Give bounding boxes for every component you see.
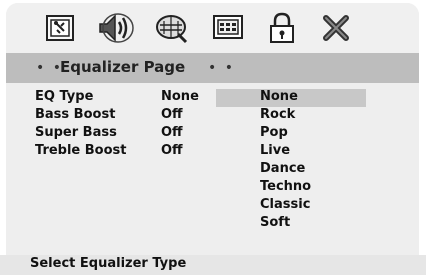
header-dots-right: • • xyxy=(208,60,235,76)
option-label: Dance xyxy=(260,161,306,176)
option-label: Pop xyxy=(260,125,288,140)
option-live[interactable]: Live xyxy=(216,143,366,161)
page-title: Equalizer Page xyxy=(60,58,186,76)
setting-value: Off xyxy=(161,107,183,122)
settings-list: EQ Type None Bass Boost Off Super Bass O… xyxy=(35,89,215,161)
setting-label: EQ Type xyxy=(35,89,94,104)
page-header: • • Equalizer Page • • xyxy=(6,53,419,83)
setting-eq-type[interactable]: EQ Type None xyxy=(35,89,215,107)
exit-icon[interactable] xyxy=(316,9,356,47)
option-label: Rock xyxy=(260,107,296,122)
setting-treble-boost[interactable]: Treble Boost Off xyxy=(35,143,215,161)
option-techno[interactable]: Techno xyxy=(216,179,366,197)
option-none[interactable]: None xyxy=(216,89,366,107)
setting-value: None xyxy=(161,89,199,104)
setting-value: Off xyxy=(161,143,183,158)
general-setup-icon[interactable] xyxy=(40,9,80,47)
preference-icon[interactable] xyxy=(208,9,248,47)
option-pop[interactable]: Pop xyxy=(216,125,366,143)
setting-super-bass[interactable]: Super Bass Off xyxy=(35,125,215,143)
setting-label: Super Bass xyxy=(35,125,117,140)
option-rock[interactable]: Rock xyxy=(216,107,366,125)
status-bar: Select Equalizer Type xyxy=(0,255,426,275)
header-dots-left: • • xyxy=(36,60,63,76)
option-label: Techno xyxy=(260,179,312,194)
setting-bass-boost[interactable]: Bass Boost Off xyxy=(35,107,215,125)
password-lock-icon[interactable] xyxy=(262,9,302,47)
video-setup-icon[interactable] xyxy=(152,9,192,47)
option-dance[interactable]: Dance xyxy=(216,161,366,179)
setting-label: Bass Boost xyxy=(35,107,116,122)
footer-hint: Select Equalizer Type xyxy=(30,256,187,271)
option-label: Soft xyxy=(260,215,291,230)
eq-type-options: None Rock Pop Live Dance Techno Classic … xyxy=(216,89,366,233)
option-label: Live xyxy=(260,143,291,158)
option-classic[interactable]: Classic xyxy=(216,197,366,215)
option-label: None xyxy=(260,89,298,104)
setup-toolbar xyxy=(6,3,419,53)
setting-value: Off xyxy=(161,125,183,140)
setup-menu-panel: • • Equalizer Page • • EQ Type None Bass… xyxy=(6,3,419,271)
setting-label: Treble Boost xyxy=(35,143,127,158)
audio-setup-icon[interactable] xyxy=(96,9,136,47)
option-label: Classic xyxy=(260,197,311,212)
option-soft[interactable]: Soft xyxy=(216,215,366,233)
